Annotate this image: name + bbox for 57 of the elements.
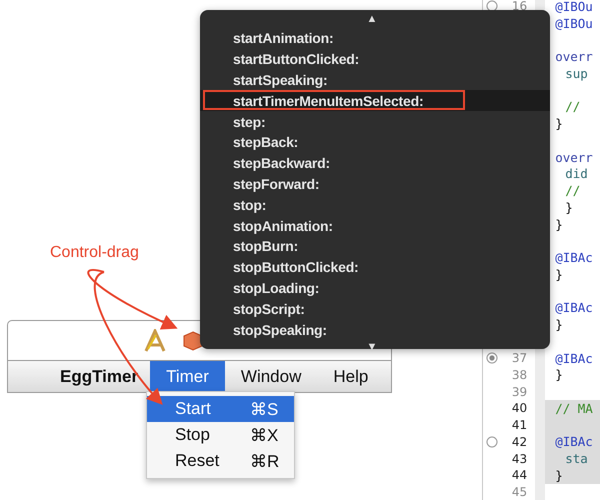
menu-bar-item[interactable]: EggTimer <box>48 361 150 392</box>
code-text: } <box>555 116 563 132</box>
popup-item[interactable]: stepBack: <box>200 132 550 153</box>
code-text: } <box>555 317 563 332</box>
popup-item[interactable]: stopSpeaking: <box>200 319 550 340</box>
code-text: @IBOu <box>555 16 593 31</box>
code-text: } <box>555 266 563 282</box>
scroll-up-arrow[interactable]: ▲ <box>366 12 378 26</box>
cube-icon <box>183 331 203 351</box>
line-number: 40 <box>512 401 528 416</box>
line-number: 41 <box>512 418 528 432</box>
menu-bar-item[interactable]: Timer <box>150 361 225 392</box>
popup-item[interactable]: startButtonClicked: <box>200 48 550 70</box>
menu-item[interactable]: Reset ⌘R <box>147 448 294 474</box>
code-text: @IBAc <box>555 300 593 316</box>
code-text: // <box>565 183 580 198</box>
code-text: } <box>555 216 563 232</box>
popup-item[interactable]: stepBackward: <box>200 152 550 174</box>
popup-item[interactable]: stopLoading: <box>200 278 550 298</box>
code-text: @IBAc <box>555 434 593 450</box>
line-number: 43 <box>512 452 528 466</box>
menu-item[interactable]: Start ⌘S <box>147 396 294 422</box>
popup-item[interactable]: step: <box>200 111 550 132</box>
code-text: overr <box>555 150 593 165</box>
popup-item[interactable]: startSpeaking: <box>200 70 550 90</box>
line-number: 45 <box>512 485 528 500</box>
popup-item[interactable]: startAnimation: <box>200 28 550 49</box>
popup-item[interactable]: stopAnimation: <box>200 215 550 236</box>
popup-item[interactable]: stopScript: <box>200 298 550 320</box>
line-number: 38 <box>512 368 528 382</box>
line-number: 39 <box>512 384 528 399</box>
popup-item[interactable]: stepForward: <box>200 174 550 194</box>
code-text: // <box>565 99 580 114</box>
code-text: } <box>555 367 563 382</box>
code-text: sup <box>565 66 588 81</box>
menu-bar-item[interactable]: Help <box>317 361 384 392</box>
line-number: 16 <box>512 0 528 14</box>
code-text: sta <box>565 451 588 466</box>
code-text: // MA <box>555 400 593 416</box>
popup-item[interactable]: startTimerMenuItemSelected: <box>200 90 550 112</box>
app-icon <box>142 329 168 353</box>
code-text: @IBAc <box>555 350 593 366</box>
line-number: 42 <box>512 434 528 449</box>
menu-item[interactable]: Stop ⌘X <box>147 422 294 448</box>
code-text: overr <box>555 49 593 64</box>
line-number: 37 <box>512 351 528 366</box>
code-text: } <box>565 200 573 215</box>
code-text: did <box>565 166 588 182</box>
popup-item[interactable]: stopBurn: <box>200 236 550 257</box>
menu-bar-item[interactable]: Window <box>224 361 318 392</box>
annotation-label: Control-drag <box>50 244 139 262</box>
popup-item[interactable]: stop: <box>200 194 550 216</box>
code-text: @IBOu <box>555 0 593 14</box>
code-text: @IBAc <box>555 250 593 266</box>
code-text: } <box>555 468 563 483</box>
popup-item[interactable]: stopButtonClicked: <box>200 256 550 278</box>
line-number: 44 <box>512 468 528 482</box>
